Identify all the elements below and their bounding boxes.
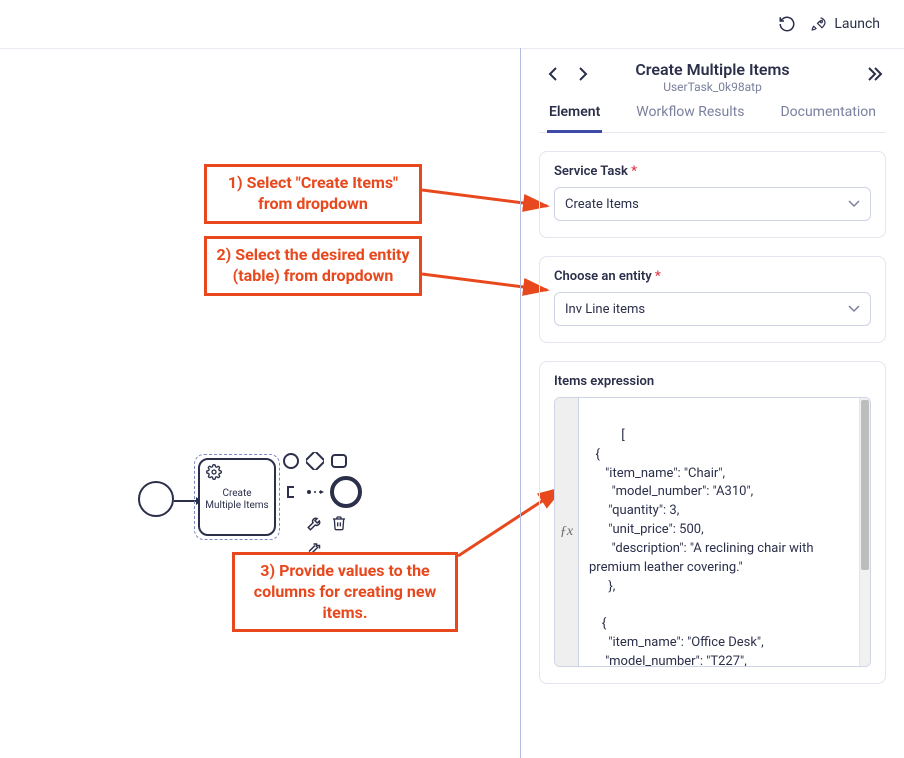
- panel-title: Create Multiple Items: [539, 60, 886, 79]
- panel-tabs: Element Workflow Results Documentation: [539, 104, 886, 133]
- service-task-label: Service Task *: [554, 164, 871, 179]
- ctx-event-icon[interactable]: [282, 452, 300, 470]
- tab-element[interactable]: Element: [547, 104, 602, 133]
- ctx-gateway-icon[interactable]: [306, 452, 324, 470]
- ctx-annotation-icon[interactable]: [282, 483, 300, 501]
- ctx-trash-icon[interactable]: [330, 514, 348, 532]
- scroll-thumb[interactable]: [861, 400, 869, 570]
- properties-panel: Create Multiple Items UserTask_0k98atp E…: [521, 48, 904, 758]
- ctx-end-event-icon[interactable]: [330, 476, 362, 508]
- service-task-value: Create Items: [565, 197, 639, 212]
- gear-icon: [206, 464, 222, 484]
- history-icon[interactable]: [778, 15, 796, 33]
- annotation-2: 2) Select the desired entity (table) fro…: [204, 236, 422, 296]
- nav-next-icon[interactable]: [577, 66, 589, 86]
- rocket-icon: [810, 15, 828, 33]
- launch-label: Launch: [834, 16, 880, 32]
- launch-button[interactable]: Launch: [810, 15, 880, 33]
- expression-editor[interactable]: [ { "item_name": "Chair", "model_number"…: [579, 398, 870, 666]
- fx-icon[interactable]: ƒx: [555, 398, 579, 666]
- bpmn-task-label: Create Multiple Items: [200, 488, 274, 513]
- annotation-3: 3) Provide values to the columns for cre…: [232, 552, 458, 632]
- ctx-wrench-icon[interactable]: [306, 514, 324, 532]
- annotation-1: 1) Select "Create Items" from dropdown: [204, 164, 422, 224]
- entity-select[interactable]: Inv Line items: [554, 292, 871, 326]
- ctx-connect-icon[interactable]: [306, 483, 324, 501]
- chevron-down-icon: [848, 302, 860, 317]
- bpmn-service-task[interactable]: Create Multiple Items: [198, 458, 276, 536]
- workflow-canvas[interactable]: Create Multiple Items: [0, 48, 520, 758]
- expression-label: Items expression: [554, 374, 871, 389]
- scrollbar[interactable]: [859, 398, 870, 666]
- chevron-down-icon: [848, 197, 860, 212]
- expression-text: [ { "item_name": "Chair", "model_number"…: [589, 428, 823, 666]
- entity-label: Choose an entity *: [554, 269, 871, 284]
- tab-documentation[interactable]: Documentation: [778, 104, 878, 132]
- bpmn-context-pad: [282, 452, 372, 562]
- card-items-expression: Items expression ƒx [ { "item_name": "Ch…: [539, 361, 886, 684]
- panel-subtitle: UserTask_0k98atp: [539, 80, 886, 94]
- card-service-task: Service Task * Create Items: [539, 151, 886, 238]
- tab-workflow-results[interactable]: Workflow Results: [634, 104, 746, 132]
- card-entity: Choose an entity * Inv Line items: [539, 256, 886, 343]
- nav-prev-icon[interactable]: [547, 66, 559, 86]
- bpmn-start-event[interactable]: [138, 481, 174, 517]
- service-task-select[interactable]: Create Items: [554, 187, 871, 221]
- entity-value: Inv Line items: [565, 302, 645, 317]
- ctx-task-icon[interactable]: [330, 452, 348, 470]
- expand-icon[interactable]: [866, 66, 884, 86]
